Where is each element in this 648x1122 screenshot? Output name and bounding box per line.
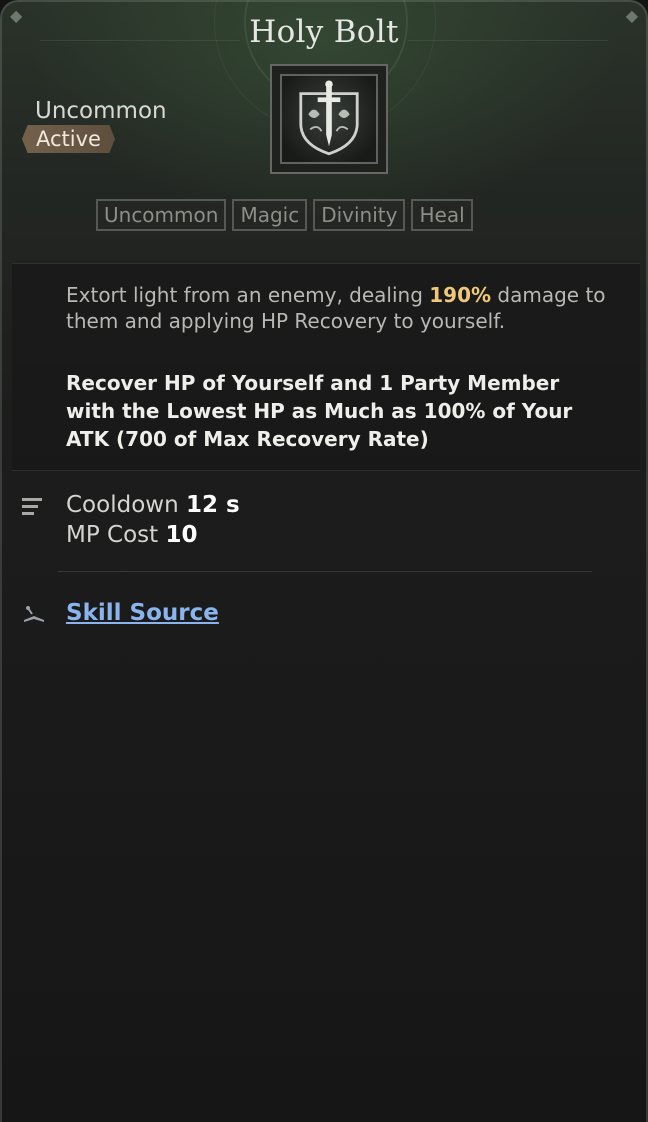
section-divider	[58, 571, 592, 572]
skill-description-recovery: Recover HP of Yourself and 1 Party Membe…	[66, 371, 573, 451]
tag-magic: Magic	[232, 199, 308, 231]
skill-tooltip-panel: ◆ ◆ Holy Bolt Uncommon Active Uncommon M…	[0, 0, 648, 1122]
tag-list: Uncommon Magic Divinity Heal	[96, 199, 473, 231]
skill-description-box: Extort light from an enemy, dealing 190%…	[12, 263, 640, 471]
book-icon	[22, 604, 46, 624]
rarity-label: Uncommon	[35, 98, 167, 124]
mp-cost-value: 10	[165, 522, 198, 548]
tag-heal: Heal	[411, 199, 473, 231]
skill-type-badge: Active	[22, 125, 115, 153]
list-icon	[22, 498, 42, 519]
cooldown-value: 12 s	[185, 492, 240, 518]
damage-percent-highlight: 190%	[429, 283, 492, 307]
description-text-before: Extort light from an enemy, dealing	[66, 283, 430, 307]
sword-shield-icon	[280, 74, 378, 164]
skill-source-link[interactable]: Skill Source	[66, 600, 219, 626]
mp-cost-stat: MP Cost 10	[66, 522, 198, 548]
mp-cost-label: MP Cost	[66, 522, 159, 548]
skill-title: Holy Bolt	[249, 14, 399, 50]
cooldown-stat: Cooldown 12 s	[66, 492, 240, 518]
cooldown-label: Cooldown	[66, 492, 179, 518]
tag-divinity: Divinity	[313, 199, 406, 231]
tag-uncommon: Uncommon	[96, 199, 227, 231]
skill-description-effect: Extort light from an enemy, dealing 190%…	[66, 282, 606, 334]
skill-icon-frame	[270, 64, 388, 174]
